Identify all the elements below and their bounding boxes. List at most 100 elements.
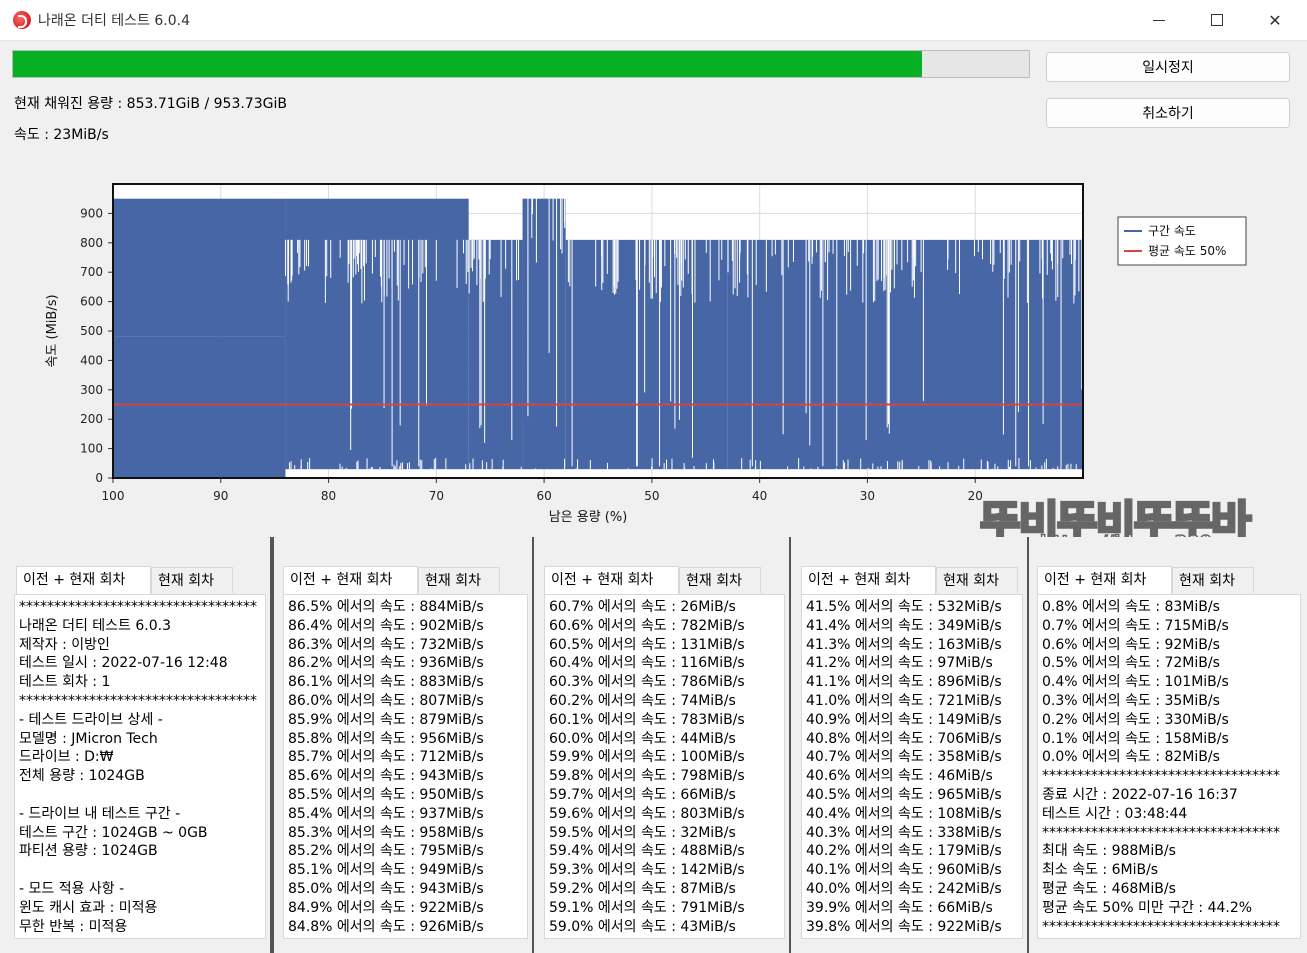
log-line: 0.4% 에서의 속도 : 101MiB/s [1042, 674, 1229, 691]
log-line: 84.9% 에서의 속도 : 922MiB/s [288, 899, 484, 916]
log-panel-1: 이전 + 현재 회차 현재 회차 ***********************… [12, 537, 272, 953]
log-line: 평균 속도 50% 미만 구간 : 44.2% [1042, 899, 1253, 916]
log-line: 59.8% 에서의 속도 : 798MiB/s [549, 768, 745, 785]
log-line: 60.4% 에서의 속도 : 116MiB/s [549, 655, 745, 672]
speed-chart: 0 100 200 300 400 500 600 700 800 900 100 90 80 70 60 5… [45, 183, 1247, 525]
log-line: ********************************** [19, 599, 257, 615]
title-bar: 나래온 더티 테스트 6.0.4 ✕ [0, 0, 1307, 41]
log-line: 테스트 구간 : 1024GB ~ 0GB [19, 824, 208, 841]
filled-capacity-text: 현재 채워진 용량 : 853.71GiB / 953.73GiB [14, 96, 287, 112]
log-line: 0.8% 에서의 속도 : 83MiB/s [1042, 599, 1220, 615]
log-line: ********************************** [19, 692, 257, 709]
log-line: 테스트 시간 : 03:48:44 [1042, 805, 1188, 822]
log-line: 0.3% 에서의 속도 : 35MiB/s [1042, 692, 1220, 709]
log-line: ********************************** [1042, 824, 1280, 841]
legend-label: 평균 속도 50% [1148, 244, 1226, 258]
log-panel-5: 이전 + 현재 회차 현재 회차 0.8% 에서의 속도 : 83MiB/s 0.… [1029, 537, 1307, 953]
tab-current[interactable]: 현재 회차 [936, 567, 1018, 593]
close-button[interactable]: ✕ [1246, 0, 1304, 40]
maximize-button[interactable] [1188, 0, 1246, 40]
log-line: 40.6% 에서의 속도 : 46MiB/s [806, 768, 993, 785]
log-line: 86.3% 에서의 속도 : 732MiB/s [288, 636, 484, 653]
log-panel-3: 이전 + 현재 회차 현재 회차 60.7% 에서의 속도 : 26MiB/s 6… [534, 537, 791, 953]
cancel-button[interactable]: 취소하기 [1046, 98, 1290, 128]
x-tick-label: 20 [968, 489, 983, 503]
log-line: 제작자 : 이방인 [19, 636, 110, 653]
log-line: 모델명 : JMicron Tech [19, 730, 158, 747]
y-tick-label: 800 [80, 236, 103, 250]
log-line: 윈도 캐시 효과 : 미적용 [19, 899, 158, 916]
tab-current[interactable]: 현재 회차 [1172, 567, 1254, 593]
log-line: 41.3% 에서의 속도 : 163MiB/s [806, 636, 1002, 653]
log-line: 85.5% 에서의 속도 : 950MiB/s [288, 786, 484, 803]
log-line: 85.3% 에서의 속도 : 958MiB/s [288, 824, 484, 841]
log-line: 41.2% 에서의 속도 : 97MiB/s [806, 655, 993, 672]
log-line: 86.5% 에서의 속도 : 884MiB/s [288, 599, 484, 615]
close-icon: ✕ [1268, 10, 1282, 30]
log-line: 86.1% 에서의 속도 : 883MiB/s [288, 674, 484, 691]
pause-button[interactable]: 일시정지 [1046, 52, 1290, 82]
y-tick-label: 900 [80, 206, 103, 220]
log-line: - 드라이브 내 테스트 구간 - [19, 805, 181, 822]
log-textbox[interactable]: 60.7% 에서의 속도 : 26MiB/s 60.6% 에서의 속도 : 782… [544, 594, 785, 939]
log-line: 테스트 회차 : 1 [19, 674, 111, 691]
log-line: 최대 속도 : 988MiB/s [1042, 843, 1176, 860]
y-axis-label: 속도 (MiB/s) [45, 294, 60, 367]
log-line: 59.1% 에서의 속도 : 791MiB/s [549, 899, 745, 916]
log-line: 40.2% 에서의 속도 : 179MiB/s [806, 843, 1002, 860]
tab-previous-and-current[interactable]: 이전 + 현재 회차 [16, 566, 151, 594]
minimize-button[interactable] [1130, 0, 1188, 40]
log-textbox[interactable]: 86.5% 에서의 속도 : 884MiB/s 86.4% 에서의 속도 : 90… [283, 594, 528, 939]
log-line: 86.4% 에서의 속도 : 902MiB/s [288, 617, 484, 634]
x-tick-label: 50 [644, 489, 659, 503]
log-line: 평균 속도 : 468MiB/s [1042, 880, 1176, 897]
log-line: 86.2% 에서의 속도 : 936MiB/s [288, 655, 484, 672]
x-tick-label: 80 [321, 489, 336, 503]
log-textbox[interactable]: ********************************** 나래온 더티… [14, 594, 266, 939]
log-line: 40.8% 에서의 속도 : 706MiB/s [806, 730, 1002, 747]
log-line: 0.7% 에서의 속도 : 715MiB/s [1042, 617, 1229, 634]
log-line: 60.6% 에서의 속도 : 782MiB/s [549, 617, 745, 634]
tab-current[interactable]: 현재 회차 [679, 567, 761, 593]
y-tick-label: 500 [80, 324, 103, 338]
tab-current[interactable]: 현재 회차 [418, 567, 500, 593]
x-tick-label: 100 [102, 489, 125, 503]
log-lines: 0.8% 에서의 속도 : 83MiB/s 0.7% 에서의 속도 : 715Mi… [1042, 598, 1300, 936]
log-line: 무한 반복 : 미적용 [19, 918, 128, 935]
log-line: - 모드 적용 사항 - [19, 880, 125, 897]
progress-fill [13, 51, 923, 77]
log-line: 41.4% 에서의 속도 : 349MiB/s [806, 617, 1002, 634]
log-line: 59.0% 에서의 속도 : 43MiB/s [549, 918, 736, 935]
x-tick-label: 90 [213, 489, 228, 503]
log-panel-4: 이전 + 현재 회차 현재 회차 41.5% 에서의 속도 : 532MiB/s… [791, 537, 1029, 953]
log-line: 최소 속도 : 6MiB/s [1042, 862, 1159, 879]
tab-current[interactable]: 현재 회차 [151, 567, 233, 593]
log-line: 0.0% 에서의 속도 : 82MiB/s [1042, 749, 1220, 766]
log-line: 39.8% 에서의 속도 : 922MiB/s [806, 918, 1002, 935]
tab-previous-and-current[interactable]: 이전 + 현재 회차 [283, 566, 418, 594]
log-line: 59.5% 에서의 속도 : 32MiB/s [549, 824, 736, 841]
tab-previous-and-current[interactable]: 이전 + 현재 회차 [544, 566, 679, 594]
log-line: 85.4% 에서의 속도 : 937MiB/s [288, 805, 484, 822]
speed-area-segment [285, 198, 469, 470]
log-line: 40.3% 에서의 속도 : 338MiB/s [806, 824, 1002, 841]
log-textbox[interactable]: 41.5% 에서의 속도 : 532MiB/s 41.4% 에서의 속도 : 34… [801, 594, 1023, 939]
log-line: 59.2% 에서의 속도 : 87MiB/s [549, 880, 736, 897]
log-line: 59.4% 에서의 속도 : 488MiB/s [549, 843, 745, 860]
log-line: - 테스트 드라이브 상세 - [19, 711, 163, 728]
minimize-icon [1153, 19, 1165, 21]
x-tick-label: 60 [536, 489, 551, 503]
maximize-icon [1211, 14, 1223, 26]
log-line: 86.0% 에서의 속도 : 807MiB/s [288, 692, 484, 709]
log-panel-2: 이전 + 현재 회차 현재 회차 86.5% 에서의 속도 : 884MiB/s… [272, 537, 534, 953]
log-line: 60.0% 에서의 속도 : 44MiB/s [549, 730, 736, 747]
tab-previous-and-current[interactable]: 이전 + 현재 회차 [1037, 566, 1172, 594]
log-line: 파티션 용량 : 1024GB [19, 843, 158, 860]
log-line: 60.1% 에서의 속도 : 783MiB/s [549, 711, 745, 728]
log-line: 85.6% 에서의 속도 : 943MiB/s [288, 768, 484, 785]
log-line: 41.0% 에서의 속도 : 721MiB/s [806, 692, 1002, 709]
y-tick-label: 200 [80, 412, 103, 426]
log-textbox[interactable]: 0.8% 에서의 속도 : 83MiB/s 0.7% 에서의 속도 : 715Mi… [1037, 594, 1301, 939]
tab-previous-and-current[interactable]: 이전 + 현재 회차 [801, 566, 936, 594]
